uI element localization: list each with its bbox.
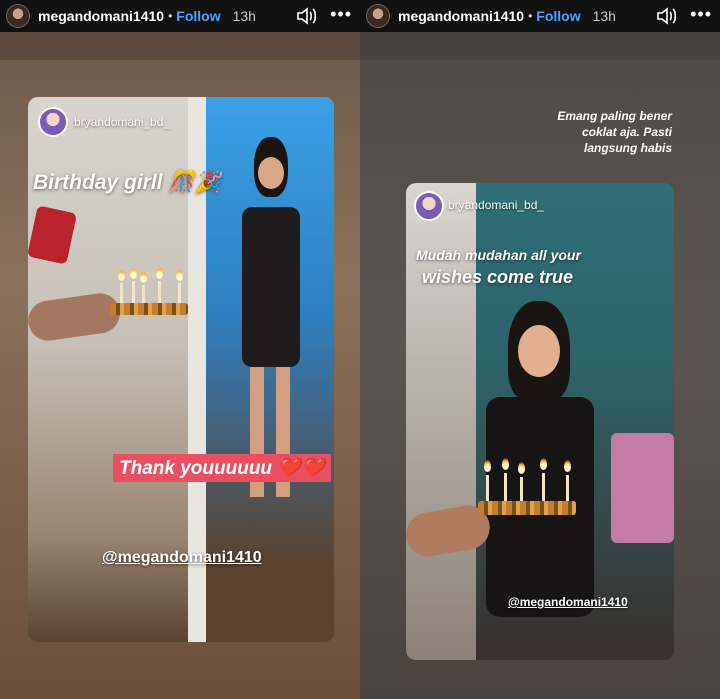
cake [110,303,188,315]
profile-avatar[interactable] [366,4,390,28]
follow-button[interactable]: Follow [536,8,580,24]
arm [28,290,123,344]
story-username[interactable]: bryandomani_bd_ [74,115,170,129]
story-panel-left: megandomani1410 • Follow 13h ••• bryando… [0,0,360,699]
story-avatar[interactable] [38,107,68,137]
story-header: megandomani1410 • Follow 13h ••• [360,0,720,32]
story-caption: Birthday girll 🎊🎉 [33,171,221,195]
speaker-wave-icon[interactable] [296,6,318,26]
outer-caption-line: coklat aja. Pasti [581,125,672,139]
party-icon: 🎊🎉 [168,171,221,194]
more-dots-icon[interactable]: ••• [690,4,712,25]
girl-figure [236,137,306,497]
story-header: megandomani1410 • Follow 13h ••• [0,0,360,32]
spacer [0,32,360,60]
bed [611,433,674,543]
header-username[interactable]: megandomani1410 [398,8,524,24]
candle-flame [502,458,509,470]
header-username[interactable]: megandomani1410 [38,8,164,24]
candle-flame [540,458,547,470]
candle-flame [484,460,491,472]
separator-dot: • [168,9,173,23]
story-caption-line2: wishes come true [422,267,574,287]
profile-avatar[interactable] [6,4,30,28]
candle [158,281,161,303]
caption-text: Birthday girll [33,171,163,194]
outer-caption-line: Emang paling bener [557,109,672,123]
candle [520,477,523,501]
follow-button[interactable]: Follow [176,8,220,24]
candle-flame [156,267,163,279]
candle-flame [564,460,571,472]
heart-icon: ❤️❤️ [277,458,325,479]
thank-you-sticker: Thank youuuuuu ❤️❤️ [113,454,331,482]
girl-figure [480,301,600,641]
story-username[interactable]: bryandomani_bd_ [448,198,544,212]
thanks-text: Thank youuuuuu [119,458,273,479]
phone-in-hand [28,205,77,265]
candle [504,473,507,501]
outer-caption-line: langsung habis [583,141,672,155]
story-avatar[interactable] [414,191,444,221]
story-card[interactable]: bryandomani_bd_ Mudah mudahan all your w… [406,183,674,660]
mention-tag[interactable]: @megandomani1410 [508,595,628,609]
candle-flame [176,269,183,281]
post-time: 13h [232,8,256,24]
candle-flame [518,462,525,474]
story-card[interactable]: bryandomani_bd_ Birthday girll 🎊🎉 Thank … [28,97,334,642]
candle-flame [140,271,147,283]
candle-flame [118,269,125,281]
separator-dot: • [528,9,533,23]
speaker-wave-icon[interactable] [656,6,678,26]
candle [178,283,181,303]
candle-flame [130,267,137,279]
spacer [360,32,720,60]
candle [486,475,489,501]
candle [142,285,145,303]
candle [132,281,135,303]
outer-caption: Emang paling bener coklat aja. Pasti lan… [532,108,672,156]
post-time: 13h [592,8,616,24]
more-dots-icon[interactable]: ••• [330,4,352,25]
story-caption-line1: Mudah mudahan all your [416,247,581,263]
candle [542,473,545,501]
mention-tag[interactable]: @megandomani1410 [102,549,262,567]
candle [120,283,123,303]
candle [566,475,569,501]
cake [478,501,576,515]
story-panel-right: megandomani1410 • Follow 13h ••• Emang p… [360,0,720,699]
